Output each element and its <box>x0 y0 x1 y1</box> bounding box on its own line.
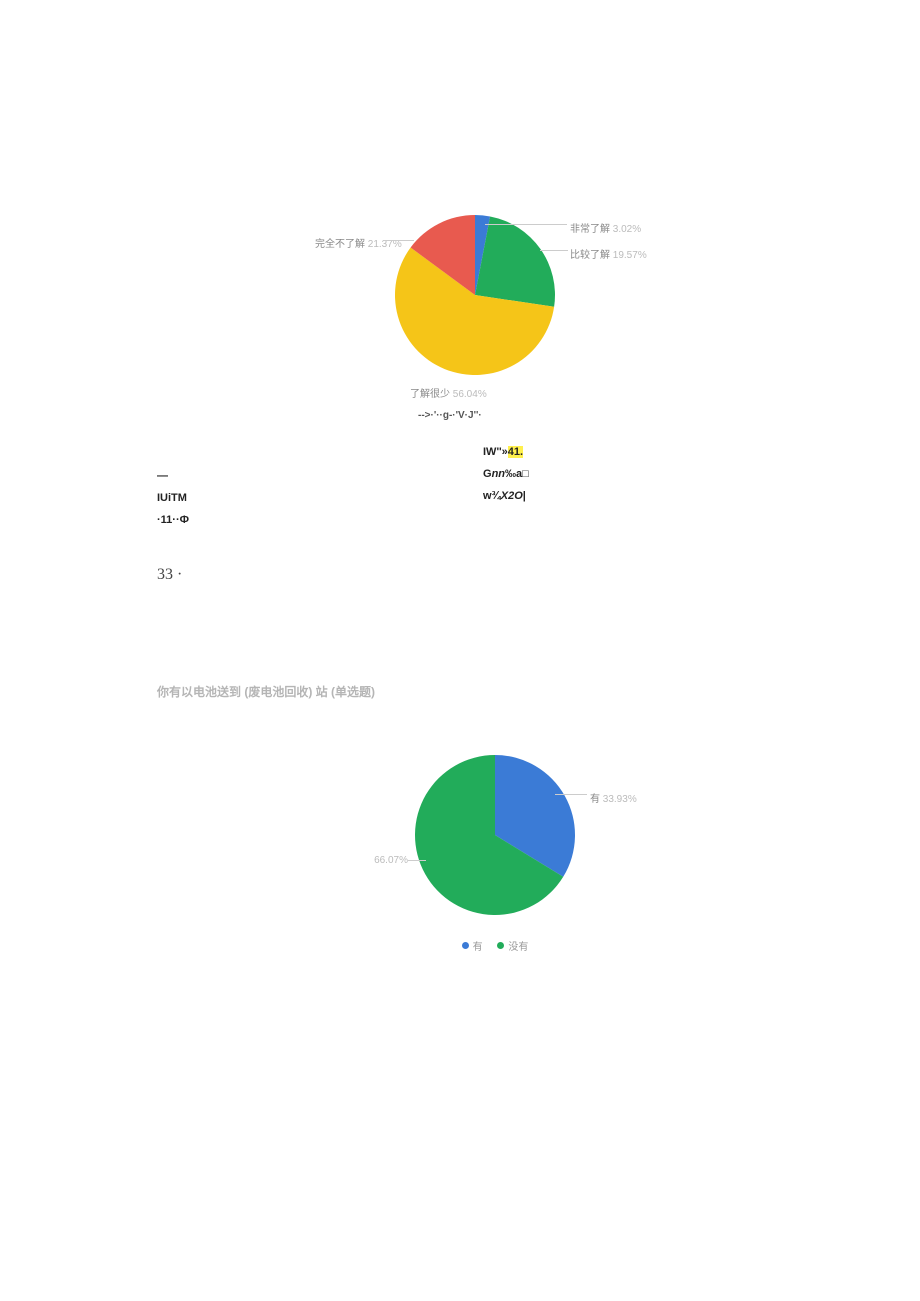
text-left-0: — <box>157 470 168 482</box>
label-cat: 有 <box>590 794 600 805</box>
label-cat: 了解很少 <box>410 389 450 400</box>
legend-dot-icon <box>462 942 469 949</box>
label-pct: 66.07% <box>374 855 408 866</box>
text-left-2: ·11··Ф <box>157 514 189 526</box>
chart2-legend: 有 没有 <box>410 938 580 953</box>
chart1-legend: -->·'··g-·'V·J''· <box>390 410 560 421</box>
text-right-0: IW''»41. <box>483 446 523 458</box>
legend-label: 有 <box>473 938 483 953</box>
pie1-label-3: 完全不了解 21.37% <box>315 235 385 250</box>
page-number: 33 · <box>157 566 182 584</box>
legend-item-1: 没有 <box>497 938 528 953</box>
pie1-label-0: 非常了解 3.02% <box>570 220 641 235</box>
label-pct: 3.02% <box>613 224 641 235</box>
chart-2: 有 33.93% 66.07% 有 没有 <box>410 750 580 953</box>
label-cat: 完全不了解 <box>315 239 365 250</box>
pie-1: 非常了解 3.02% 比较了解 19.57% 了解很少 56.04% 完全不了解… <box>390 210 560 380</box>
label-cat: 比较了解 <box>570 250 610 261</box>
legend-label: 没有 <box>508 938 528 953</box>
legend-dot-icon <box>497 942 504 949</box>
label-cat: 非常了解 <box>570 224 610 235</box>
pie2-label-1: 66.07% <box>360 855 408 866</box>
label-pct: 19.57% <box>613 250 647 261</box>
legend-item-0: 有 <box>462 938 483 953</box>
pie2-label-0: 有 33.93% <box>590 790 637 805</box>
pie-svg-2 <box>410 750 580 920</box>
pie1-label-1: 比较了解 19.57% <box>570 246 647 261</box>
section-heading: 你有以电池送到 (废电池回收) 站 (单选题) <box>157 683 375 700</box>
text-left-1: IUiTM <box>157 492 187 504</box>
pie-2: 有 33.93% 66.07% <box>410 750 580 920</box>
label-pct: 56.04% <box>453 389 487 400</box>
label-pct: 33.93% <box>603 794 637 805</box>
text-right-2: w¾X2O| <box>483 490 526 502</box>
pie-svg-1 <box>390 210 560 380</box>
chart1-legend-text: -->·'··g-·'V·J''· <box>418 410 482 421</box>
text-right-1: Gnn‰a□ <box>483 468 529 480</box>
chart-1: 非常了解 3.02% 比较了解 19.57% 了解很少 56.04% 完全不了解… <box>390 210 560 421</box>
pie1-label-2: 了解很少 56.04% <box>410 385 487 400</box>
